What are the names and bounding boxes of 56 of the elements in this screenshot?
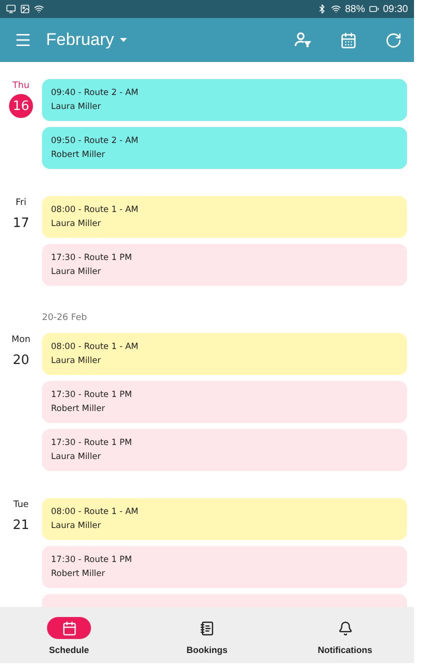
day-number: 16 — [9, 94, 33, 118]
image-icon — [20, 4, 30, 14]
person-filter-icon — [294, 31, 312, 49]
nav-tab[interactable]: Notifications — [276, 607, 414, 663]
day-number: 17 — [12, 214, 30, 232]
event-person: Robert Miller — [51, 569, 106, 579]
event-person: Robert Miller — [51, 150, 106, 160]
event-title: 08:00 - Route 1 - AM — [51, 205, 140, 215]
event-title: 09:50 - Route 2 - AM — [51, 136, 140, 146]
event-card[interactable]: 17:30 - Route 1 PM Laura Miller — [42, 244, 407, 286]
screen-icon — [6, 4, 16, 14]
event-card[interactable]: 08:00 - Route 1 - AM Laura Miller — [42, 196, 407, 238]
nav-tab[interactable]: Bookings — [138, 607, 276, 663]
event-card[interactable]: 17:30 - Route 1 PM Robert Miller — [42, 381, 407, 423]
calendar-icon — [62, 620, 76, 636]
bluetooth-icon — [316, 4, 327, 14]
clock-time: 09:30 — [382, 4, 408, 14]
event-title: 08:00 - Route 1 - AM — [51, 342, 140, 352]
refresh-button[interactable] — [385, 32, 402, 48]
event-title: 17:30 - Route 1 PM — [51, 555, 133, 565]
event-card[interactable]: 08:00 - Route 1 - AM Laura Miller — [42, 498, 407, 540]
day-number: 20 — [12, 352, 30, 370]
wifi-icon — [34, 4, 44, 14]
event-card[interactable]: 17:30 - Route 1 PM Laura Miller — [42, 429, 407, 471]
event-person: Laura Miller — [51, 267, 102, 277]
event-person: Laura Miller — [51, 452, 102, 462]
battery-percent: 88% — [344, 4, 365, 14]
event-person: Laura Miller — [51, 102, 102, 112]
calendar-button[interactable] — [340, 32, 357, 48]
weekday-label: Thu — [12, 81, 30, 91]
notebook-icon — [200, 620, 214, 636]
event-card[interactable]: 08:00 - Route 1 - AM Laura Miller — [42, 333, 407, 375]
menu-icon[interactable] — [14, 31, 32, 49]
event-person: Robert Miller — [51, 404, 106, 414]
event-card[interactable]: 09:50 - Route 2 - AM Robert Miller — [42, 127, 407, 169]
event-title: 17:30 - Route 1 PM — [51, 390, 133, 400]
weekday-label: Mon — [12, 335, 30, 345]
event-card[interactable]: 09:40 - Route 2 - AM Laura Miller — [42, 79, 407, 121]
day-number: 21 — [12, 516, 30, 534]
event-title: 17:30 - Route 1 PM — [51, 253, 133, 263]
event-title: 17:30 - Route 1 PM — [51, 438, 133, 448]
event-title: 09:40 - Route 2 - AM — [51, 88, 140, 98]
battery-icon — [368, 4, 379, 14]
weekday-label: Tue — [13, 500, 29, 510]
nav-tab[interactable]: Schedule — [0, 607, 138, 663]
week-range-label: 20-26 Feb — [42, 313, 88, 325]
weekday-label: Fri — [16, 198, 26, 208]
caret-icon — [120, 38, 128, 42]
event-person: Laura Miller — [51, 356, 102, 366]
wifi-icon — [330, 4, 341, 14]
event-person: Laura Miller — [51, 521, 102, 531]
event-title: 08:00 - Route 1 - AM — [51, 507, 140, 517]
person-filter-button[interactable] — [294, 31, 312, 49]
bell-icon — [338, 620, 352, 636]
event-card[interactable]: 17:30 - Route 1 PM Robert Miller — [42, 546, 407, 588]
event-person: Laura Miller — [51, 219, 102, 229]
